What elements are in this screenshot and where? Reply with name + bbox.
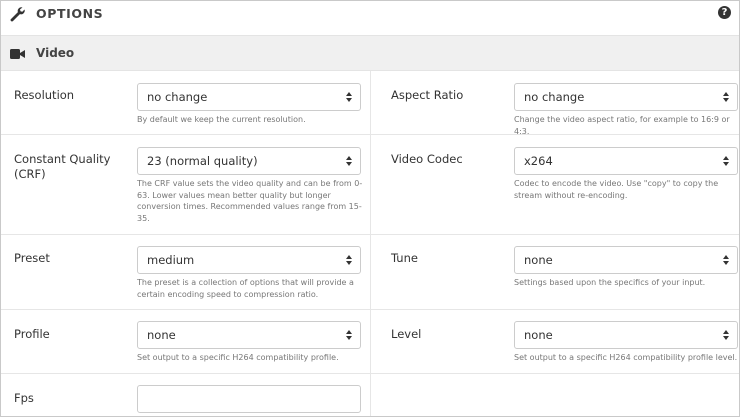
profile-select[interactable]: none — [137, 321, 361, 349]
sort-arrows-icon — [346, 330, 352, 340]
tune-value: none — [524, 253, 553, 267]
sort-arrows-icon — [723, 156, 729, 166]
level-help: Set output to a specific H264 compatibil… — [514, 353, 738, 362]
preset-select[interactable]: medium — [137, 246, 361, 274]
tune-help: Settings based upon the specifics of you… — [514, 278, 706, 287]
video-codec-help-line: stream without re-encoding. — [514, 190, 628, 200]
crf-value: 23 (normal quality) — [147, 154, 258, 168]
level-value: none — [524, 328, 553, 342]
sort-arrows-icon — [723, 92, 729, 102]
video-section-title: Video — [36, 46, 75, 60]
profile-label: Profile — [14, 327, 50, 341]
crf-label-line: (CRF) — [14, 167, 46, 181]
tune-select[interactable]: none — [514, 246, 738, 274]
wrench-icon — [10, 7, 25, 22]
level-label: Level — [391, 327, 422, 341]
fps-label: Fps — [14, 391, 34, 405]
crf-help-line: conversion times. Recommended values ran… — [137, 202, 362, 211]
video-codec-select[interactable]: x264 — [514, 147, 738, 175]
column-divider — [370, 71, 371, 416]
options-header: OPTIONS ? — [1, 1, 739, 35]
sort-arrows-icon — [723, 255, 729, 265]
resolution-value: no change — [147, 90, 208, 104]
video-camera-icon — [10, 49, 25, 59]
level-select[interactable]: none — [514, 321, 738, 349]
preset-help-line: The preset is a collection of options th… — [137, 278, 354, 287]
preset-label: Preset — [14, 251, 50, 265]
video-codec-help-line: Codec to encode the video. Use "copy" to… — [514, 179, 719, 188]
crf-help: The CRF value sets the video quality and… — [137, 178, 362, 224]
options-panel: OPTIONS ? Video Resolution no change By … — [0, 0, 740, 417]
crf-help-line: The CRF value sets the video quality and… — [137, 179, 363, 188]
video-codec-value: x264 — [524, 154, 553, 168]
tune-label: Tune — [391, 251, 418, 265]
resolution-help: By default we keep the current resolutio… — [137, 115, 306, 124]
video-codec-label: Video Codec — [391, 152, 463, 166]
sort-arrows-icon — [346, 156, 352, 166]
crf-select[interactable]: 23 (normal quality) — [137, 147, 361, 175]
crf-help-line: 63. Lower values mean better quality but… — [137, 190, 331, 200]
sort-arrows-icon — [346, 92, 352, 102]
aspect-ratio-value: no change — [524, 90, 585, 104]
aspect-ratio-label: Aspect Ratio — [391, 88, 464, 102]
sort-arrows-icon — [346, 255, 352, 265]
crf-help-line: 35. — [137, 213, 150, 223]
options-title: OPTIONS — [36, 6, 104, 21]
profile-value: none — [147, 328, 176, 342]
resolution-label: Resolution — [14, 88, 75, 102]
aspect-ratio-help: Change the video aspect ratio, for examp… — [514, 115, 730, 136]
video-codec-help: Codec to encode the video. Use "copy" to… — [514, 178, 718, 201]
resolution-select[interactable]: no change — [137, 83, 361, 111]
question-circle-icon[interactable]: ? — [718, 6, 731, 19]
video-section-header[interactable]: Video — [1, 35, 739, 71]
sort-arrows-icon — [723, 330, 729, 340]
preset-help-line: certain encoding speed to compression ra… — [137, 289, 319, 299]
preset-help: The preset is a collection of options th… — [137, 277, 354, 300]
profile-help: Set output to a specific H264 compatibil… — [137, 353, 339, 362]
preset-value: medium — [147, 253, 195, 267]
crf-label: Constant Quality (CRF) — [14, 152, 110, 182]
fps-input[interactable] — [137, 385, 361, 413]
crf-label-line: Constant Quality — [14, 152, 111, 166]
aspect-ratio-select[interactable]: no change — [514, 83, 738, 111]
